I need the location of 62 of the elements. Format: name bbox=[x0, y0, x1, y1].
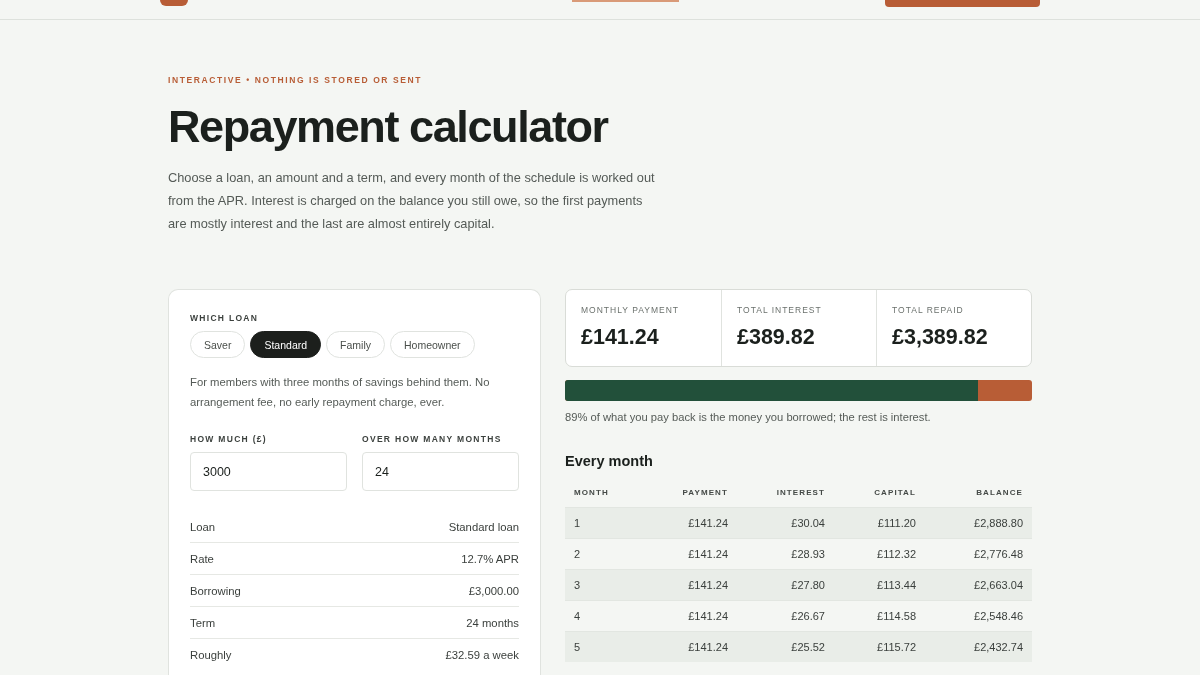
eyebrow-text: INTERACTIVE • NOTHING IS STORED OR SENT bbox=[168, 74, 423, 86]
input-field[interactable]: 24 bbox=[362, 452, 519, 491]
loan-picker-label: WHICH LOAN bbox=[190, 312, 259, 324]
table-cell: 5 bbox=[565, 631, 649, 662]
table-cell: £27.80 bbox=[737, 569, 834, 600]
table-cell: £112.32 bbox=[834, 538, 925, 569]
column-header: PAYMENT bbox=[649, 478, 737, 507]
table-cell: £141.24 bbox=[649, 569, 737, 600]
summary-value: £3,000.00 bbox=[468, 584, 519, 597]
summary-value: £32.59 a week bbox=[445, 649, 519, 661]
table-cell: £141.24 bbox=[649, 538, 737, 569]
stat-label: TOTAL INTEREST bbox=[737, 304, 822, 316]
column-header: BALANCE bbox=[925, 478, 1032, 507]
loan-option[interactable]: Saver bbox=[190, 331, 246, 358]
table-cell: £141.24 bbox=[649, 631, 737, 662]
field-label: HOW MUCH (£) bbox=[190, 433, 267, 445]
summary-label: Term bbox=[190, 616, 216, 629]
summary-label: Borrowing bbox=[190, 584, 241, 597]
table-cell: 2 bbox=[565, 538, 649, 569]
loan-option[interactable]: Family bbox=[326, 331, 385, 358]
table-cell: £113.44 bbox=[834, 569, 925, 600]
field-label: OVER HOW MANY MONTHS bbox=[362, 433, 502, 445]
table-cell: £26.67 bbox=[737, 600, 834, 631]
table-cell: 4 bbox=[565, 600, 649, 631]
table-cell: £2,663.04 bbox=[925, 569, 1032, 600]
stat-value: £389.82 bbox=[737, 324, 815, 351]
table-cell: £141.24 bbox=[649, 600, 737, 631]
logo-tile[interactable] bbox=[160, 0, 188, 6]
table-cell: £111.20 bbox=[834, 507, 925, 538]
summary-value: Standard loan bbox=[448, 520, 519, 533]
table-cell: £114.58 bbox=[834, 600, 925, 631]
table-cell: £30.04 bbox=[737, 507, 834, 538]
table-cell: £2,432.74 bbox=[925, 631, 1032, 662]
column-header: CAPITAL bbox=[834, 478, 925, 507]
table-cell: £2,548.46 bbox=[925, 600, 1032, 631]
summary-label: Rate bbox=[190, 552, 214, 565]
table-cell: £28.93 bbox=[737, 538, 834, 569]
section-title: Every month bbox=[565, 452, 653, 471]
table-cell: 3 bbox=[565, 569, 649, 600]
column-header: MONTH bbox=[565, 478, 649, 507]
column-header: INTEREST bbox=[737, 478, 834, 507]
table-cell: £2,888.80 bbox=[925, 507, 1032, 538]
stat-value: £3,389.82 bbox=[892, 324, 988, 351]
summary-label: Loan bbox=[190, 520, 216, 533]
stat-value: £141.24 bbox=[581, 324, 659, 351]
stat-label: MONTHLY PAYMENT bbox=[581, 304, 679, 316]
split-bar-caption: 89% of what you pay back is the money you borrowed; the rest is interest. bbox=[565, 410, 931, 424]
page-title: Repayment calculator bbox=[168, 103, 608, 151]
summary-value: 12.7% APR bbox=[461, 552, 519, 565]
loan-description: For members with three months of savings behind them. No arrangement fee, no early repayment charge, ever. bbox=[190, 375, 491, 410]
stat-label: TOTAL REPAID bbox=[892, 304, 964, 316]
loan-option[interactable]: Homeowner bbox=[390, 331, 475, 358]
table-cell: 1 bbox=[565, 507, 649, 538]
intro-paragraph: Choose a loan, an amount and a term, and every month of the schedule is worked out from the APR. Interest is charged on the balance you still owe, so the first payments are mostly interest and the last are almost entirely capital. bbox=[168, 169, 656, 233]
summary-value: 24 months bbox=[466, 616, 519, 629]
table-cell: £25.52 bbox=[737, 631, 834, 662]
loan-option[interactable]: Standard bbox=[250, 331, 322, 358]
input-field[interactable]: 3000 bbox=[190, 452, 347, 491]
table-cell: £2,776.48 bbox=[925, 538, 1032, 569]
table-cell: £141.24 bbox=[649, 507, 737, 538]
summary-label: Roughly bbox=[190, 649, 232, 661]
table-cell: £115.72 bbox=[834, 631, 925, 662]
